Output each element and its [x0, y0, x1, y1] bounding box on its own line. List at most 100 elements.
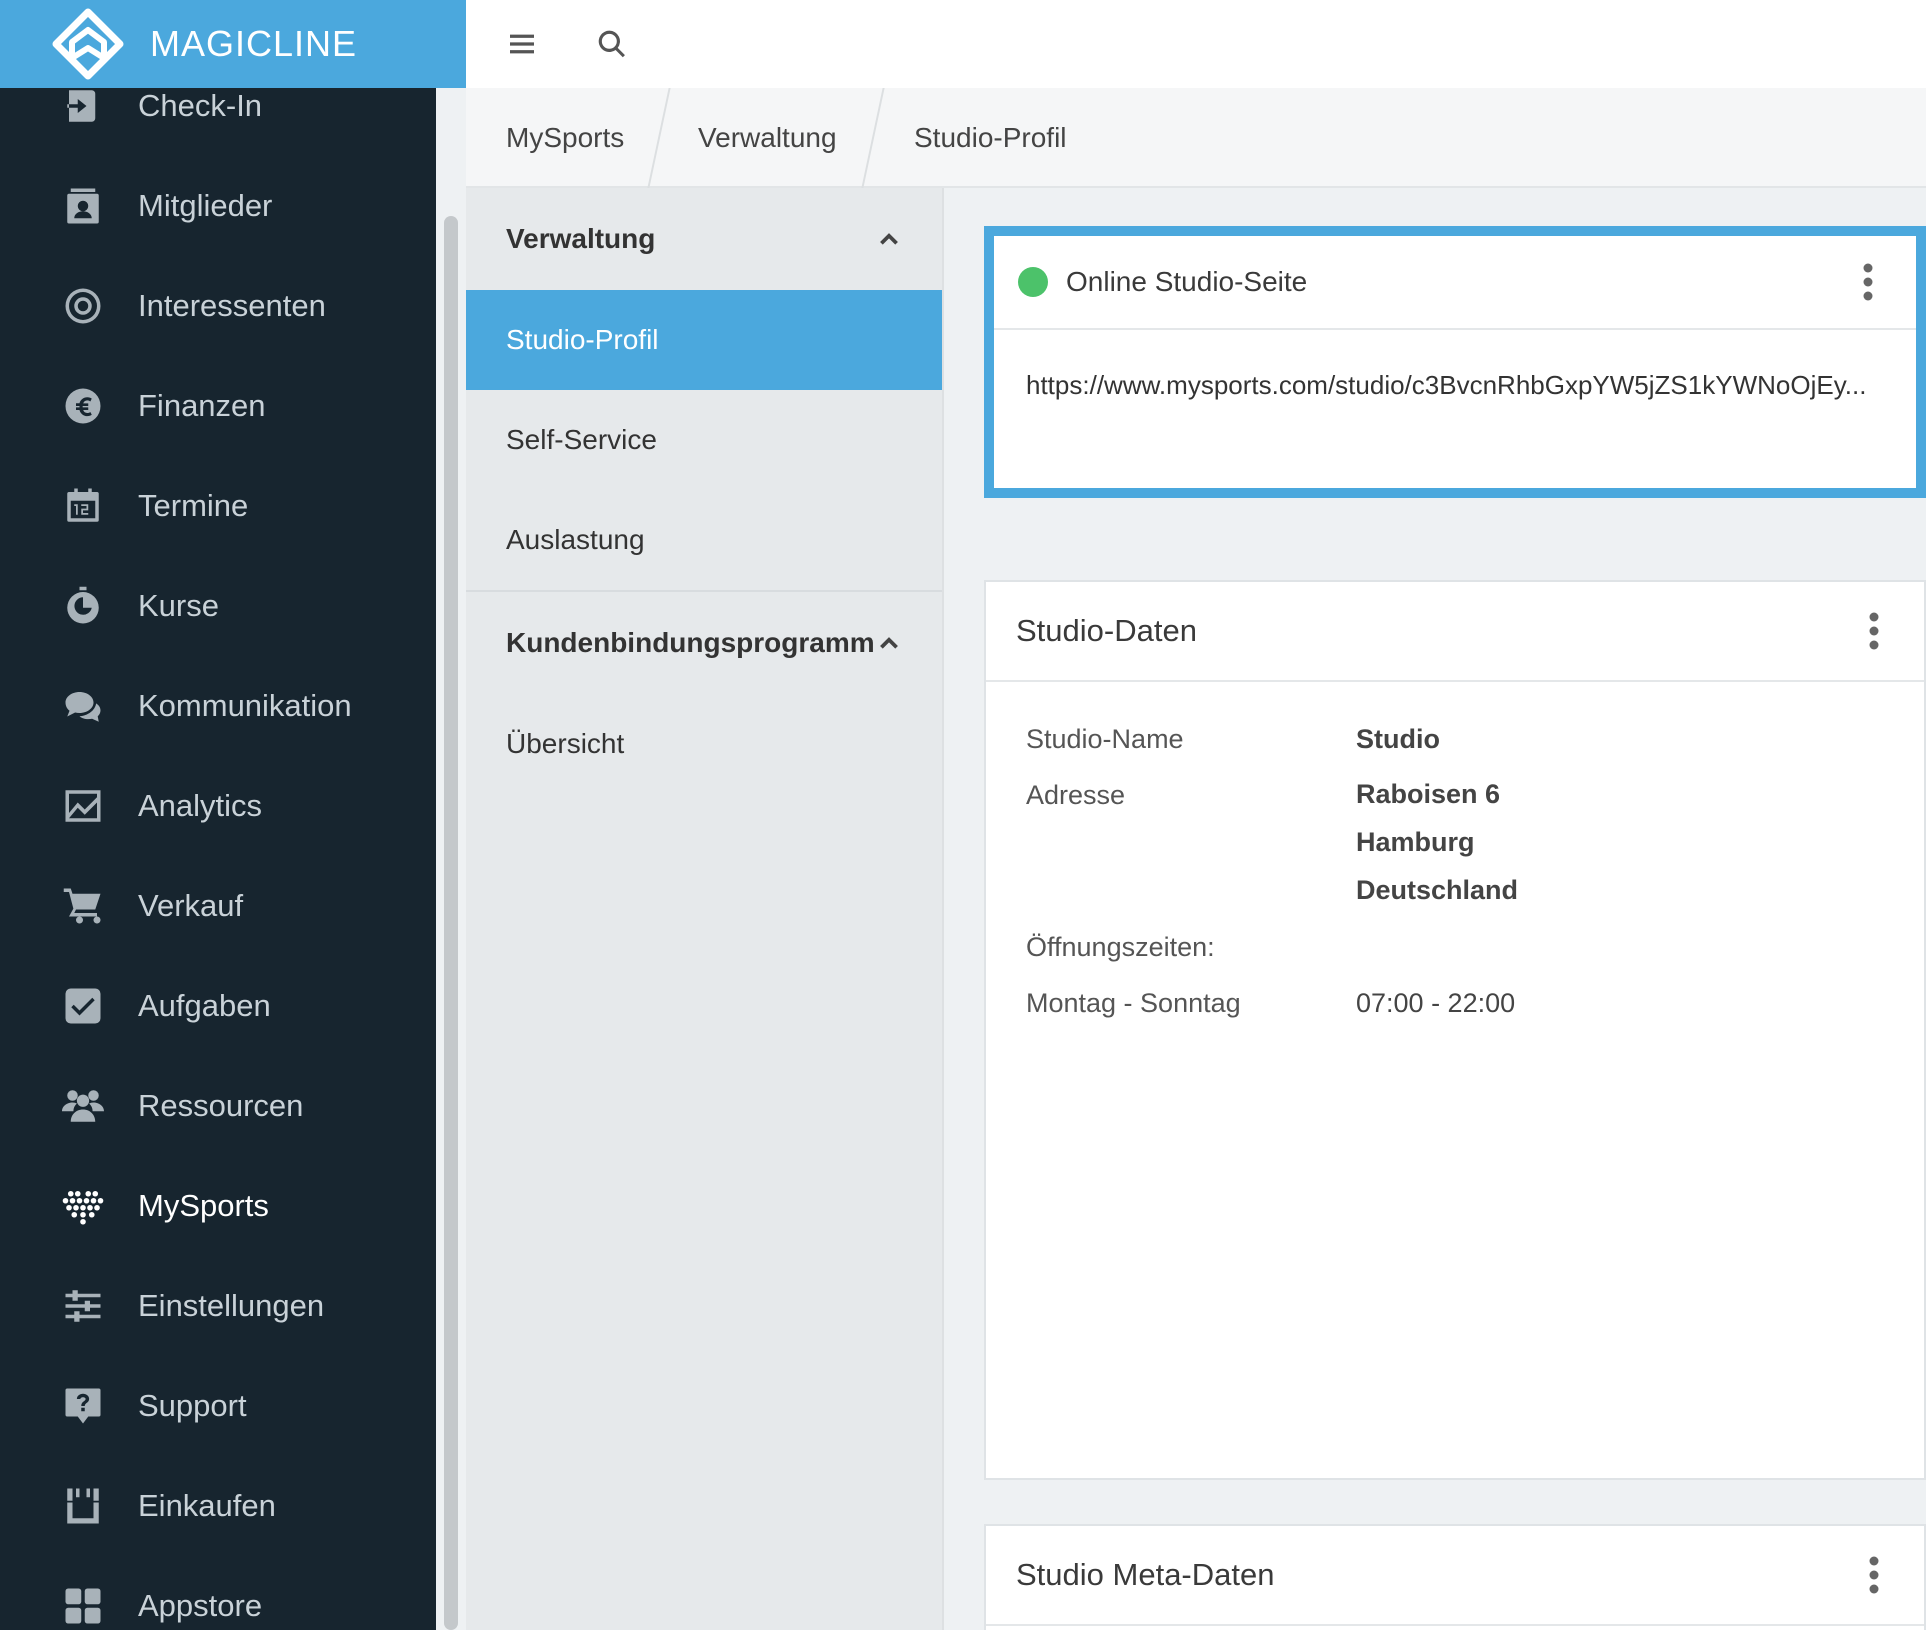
chevron-up-icon — [876, 226, 902, 252]
breadcrumb-separator — [861, 88, 885, 188]
target-icon — [62, 285, 104, 327]
breadcrumb: MySports Verwaltung Studio-Profil — [466, 88, 1926, 188]
check-in-icon — [62, 85, 104, 127]
sidebar-item-label: Finanzen — [138, 388, 266, 423]
top-bar — [466, 0, 1926, 88]
subnav-item-self-service[interactable]: Self-Service — [466, 390, 942, 490]
main-content: Online Studio-Seite https://www.mysports… — [944, 188, 1926, 1630]
sidebar-item-label: Interessenten — [138, 288, 326, 323]
apps-icon — [62, 1585, 104, 1627]
more-options-icon[interactable] — [1854, 601, 1894, 661]
sidebar-item-label: Analytics — [138, 788, 263, 823]
subnav-item-uebersicht[interactable]: Übersicht — [466, 694, 942, 794]
euro-icon — [62, 385, 104, 427]
hamburger-icon[interactable] — [496, 18, 548, 70]
sidebar-item-label: Kurse — [138, 588, 219, 623]
card-header: Studio Meta-Daten — [986, 1526, 1924, 1626]
opening-hours-heading: Öffnungszeiten: — [1026, 932, 1215, 962]
sub-navigation: Verwaltung Studio-Profil Self-Service Au… — [466, 188, 944, 1630]
more-options-icon[interactable] — [1854, 1545, 1894, 1605]
search-icon[interactable] — [586, 18, 638, 70]
sidebar-item-interessenten[interactable]: Interessenten — [0, 256, 436, 356]
studio-meta-data-title: Studio Meta-Daten — [1016, 1557, 1275, 1592]
sidebar-item-verkauf[interactable]: Verkauf — [0, 856, 436, 956]
online-studio-card: Online Studio-Seite https://www.mysports… — [984, 226, 1926, 498]
breadcrumb-item-verwaltung[interactable]: Verwaltung — [698, 88, 837, 188]
online-status-dot — [1018, 267, 1048, 297]
online-studio-title: Online Studio-Seite — [1066, 266, 1308, 297]
sidebar-item-label: Kommunikation — [138, 688, 352, 723]
subnav-section-verwaltung[interactable]: Verwaltung — [466, 188, 942, 290]
sidebar-item-einstellungen[interactable]: Einstellungen — [0, 1256, 436, 1356]
card-header: Online Studio-Seite — [994, 236, 1916, 330]
heart-dots-icon — [62, 1185, 104, 1227]
online-studio-title-wrap: Online Studio-Seite — [1018, 266, 1307, 298]
subnav-item-label: Übersicht — [506, 728, 625, 759]
sidebar-item-label: Support — [138, 1388, 247, 1423]
shop-icon — [62, 1485, 104, 1527]
address-row: Adresse Raboisen 6 Hamburg Deutschland — [986, 779, 1924, 932]
breadcrumb-item-mysports[interactable]: MySports — [506, 88, 624, 188]
sidebar-item-ressourcen[interactable]: Ressourcen — [0, 1056, 436, 1156]
group-icon — [62, 1085, 104, 1127]
sidebar-item-appstore[interactable]: Appstore — [0, 1556, 436, 1630]
address-country: Deutschland — [1356, 875, 1519, 905]
subnav-item-label: Studio-Profil — [506, 324, 659, 355]
sidebar-item-mysports[interactable]: MySports — [0, 1156, 436, 1256]
opening-hours-days: Montag - Sonntag — [1026, 988, 1241, 1018]
sidebar-item-label: Verkauf — [138, 888, 244, 923]
sidebar-item-analytics[interactable]: Analytics — [0, 756, 436, 856]
sliders-icon — [62, 1285, 104, 1327]
opening-hours-time: 07:00 - 22:00 — [1356, 988, 1516, 1018]
scrollbar-thumb[interactable] — [444, 216, 458, 1630]
breadcrumb-item-studio-profil[interactable]: Studio-Profil — [914, 88, 1067, 188]
sidebar-item-einkaufen[interactable]: Einkaufen — [0, 1456, 436, 1556]
subnav-item-studio-profil[interactable]: Studio-Profil — [466, 290, 942, 390]
address-city: Hamburg — [1356, 827, 1475, 857]
sidebar-item-kommunikation[interactable]: Kommunikation — [0, 656, 436, 756]
checkbox-icon — [62, 985, 104, 1027]
cart-icon — [62, 885, 104, 927]
sidebar-item-mitglieder[interactable]: Mitglieder — [0, 156, 436, 256]
opening-hours-row: Montag - Sonntag 07:00 - 22:00 — [986, 988, 1924, 1044]
sidebar-item-label: Termine — [138, 488, 249, 523]
card-header: Studio-Daten — [986, 582, 1924, 682]
studio-meta-data-card: Studio Meta-Daten — [984, 1524, 1926, 1630]
address-value: Raboisen 6 Hamburg Deutschland — [1356, 770, 1518, 932]
sidebar: Check-In Mitglieder Interessenten Finanz… — [0, 0, 466, 1630]
address-street: Raboisen 6 — [1356, 779, 1501, 809]
sidebar-item-aufgaben[interactable]: Aufgaben — [0, 956, 436, 1056]
sidebar-item-label: Appstore — [138, 1588, 263, 1623]
breadcrumb-separator — [647, 88, 671, 188]
studio-data-card: Studio-Daten Studio-Name Studio Adresse … — [984, 580, 1926, 1480]
sidebar-scrollbar[interactable] — [436, 0, 466, 1630]
subnav-section-kundenbindungsprogramm[interactable]: Kundenbindungsprogramm — [466, 592, 942, 694]
help-icon — [62, 1385, 104, 1427]
studio-url-link[interactable]: https://www.mysports.com/studio/c3BvcnRh… — [994, 330, 1916, 441]
brand-name: MAGICLINE — [150, 23, 358, 64]
members-icon — [62, 185, 104, 227]
sidebar-item-label: MySports — [138, 1188, 269, 1223]
magicline-logo-icon — [52, 8, 124, 80]
chevron-up-icon — [876, 630, 902, 656]
address-label: Adresse — [1026, 780, 1126, 810]
sidebar-item-termine[interactable]: Termine — [0, 456, 436, 556]
subnav-item-auslastung[interactable]: Auslastung — [466, 490, 942, 590]
stopwatch-icon — [62, 585, 104, 627]
sidebar-item-label: Mitglieder — [138, 188, 273, 223]
studio-data-body: Studio-Name Studio Adresse Raboisen 6 Ha… — [986, 682, 1924, 1044]
subnav-section-title: Verwaltung — [506, 223, 656, 254]
subnav-item-label: Self-Service — [506, 424, 657, 455]
chart-icon — [62, 785, 104, 827]
sidebar-item-label: Einstellungen — [138, 1288, 325, 1323]
more-options-icon[interactable] — [1848, 252, 1888, 312]
sidebar-item-label: Check-In — [138, 88, 263, 123]
sidebar-nav: Check-In Mitglieder Interessenten Finanz… — [0, 56, 436, 1630]
chat-icon — [62, 685, 104, 727]
sidebar-item-finanzen[interactable]: Finanzen — [0, 356, 436, 456]
brand-header[interactable]: MAGICLINE — [0, 0, 466, 88]
sidebar-item-support[interactable]: Support — [0, 1356, 436, 1456]
opening-hours-heading-row: Öffnungszeiten: — [986, 932, 1924, 988]
sidebar-item-label: Einkaufen — [138, 1488, 276, 1523]
sidebar-item-kurse[interactable]: Kurse — [0, 556, 436, 656]
